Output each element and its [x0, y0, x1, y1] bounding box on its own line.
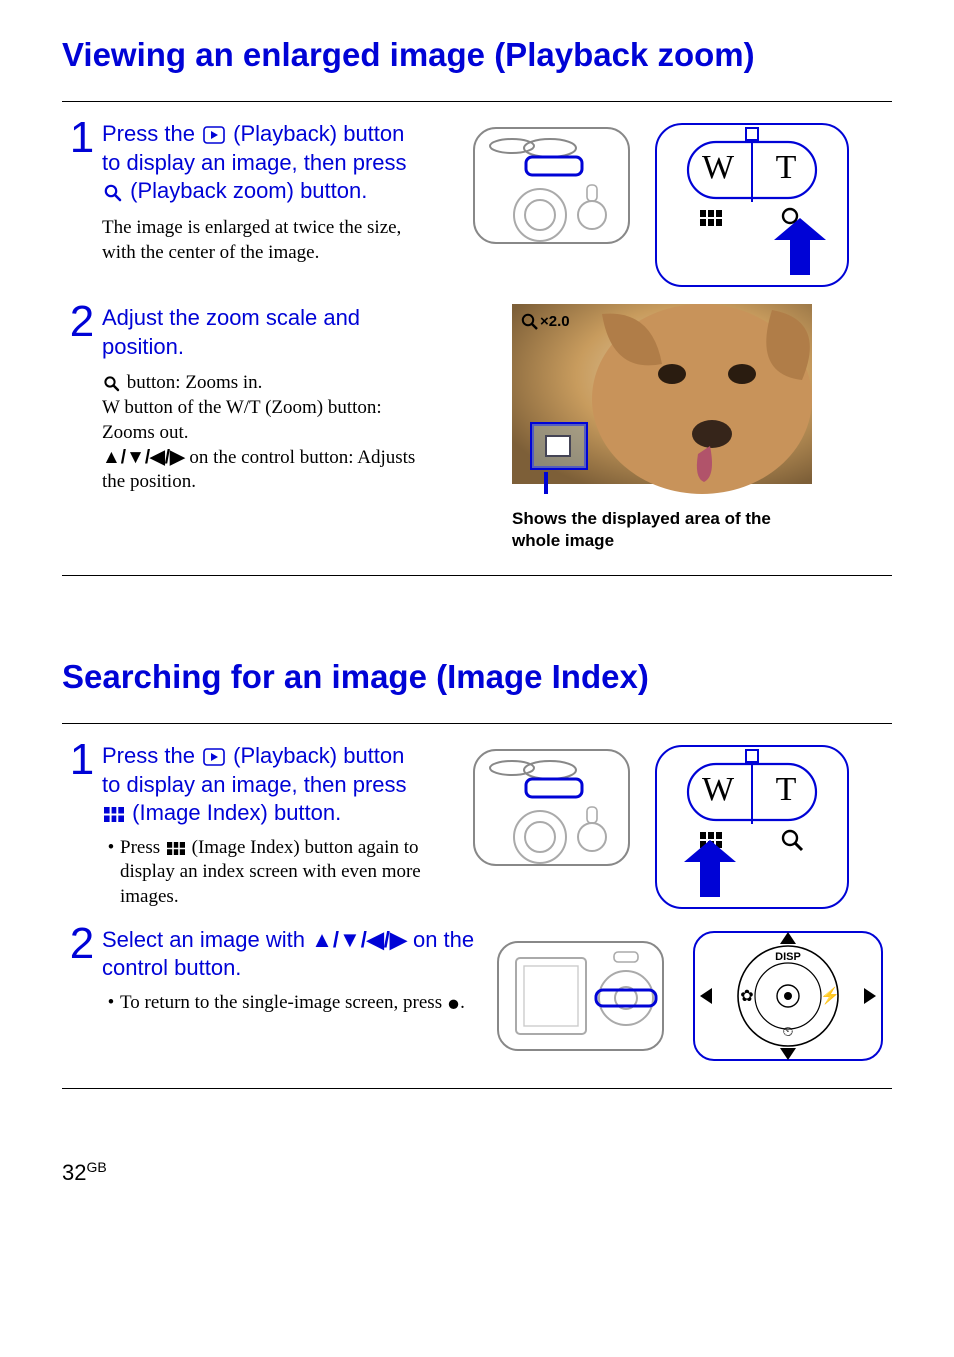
figure-camera-wt: W T — [472, 120, 852, 290]
svg-text:✿: ✿ — [740, 988, 753, 1005]
text: Press the — [102, 743, 201, 768]
s2-step2: 2 Select an image with ▲/▼/◀/▶ on the co… — [62, 926, 492, 1016]
svg-text:W: W — [702, 771, 735, 808]
text: Press the — [102, 121, 201, 146]
svg-text:DISP: DISP — [775, 951, 801, 963]
text: W button of the W/T (Zoom) button: Zooms… — [102, 397, 382, 443]
text: button: Zooms in. — [127, 372, 263, 393]
control-dial-detail: DISP ✿ ⚡ ⏲ — [688, 926, 888, 1066]
s2-step1-number: 1 — [62, 738, 102, 782]
svg-text:×2.0: ×2.0 — [540, 313, 570, 330]
s2-step2-number: 2 — [62, 922, 102, 966]
wt-button-detail: W T — [652, 742, 852, 912]
camera-top-illustration — [472, 120, 632, 250]
text: (Image Index) button again to display an… — [120, 837, 421, 907]
magnify-icon — [104, 376, 120, 392]
step1-detail: The image is enlarged at twice the size,… — [102, 216, 422, 265]
text: Press — [120, 837, 165, 858]
s2-step2-bullet: • To return to the single-image screen, … — [102, 991, 482, 1016]
svg-text:W: W — [702, 149, 735, 186]
svg-text:T: T — [776, 771, 797, 808]
section-playback-zoom: Viewing an enlarged image (Playback zoom… — [62, 34, 892, 576]
section1-title: Viewing an enlarged image (Playback zoom… — [62, 34, 892, 75]
section-divider — [62, 575, 892, 576]
wt-button-detail: W T — [652, 120, 852, 290]
s2-step1-instruction: Press the (Playback) button to display a… — [102, 742, 422, 828]
svg-text:⚡: ⚡ — [820, 986, 840, 1005]
magnify-icon — [104, 184, 122, 202]
step2-instruction: Adjust the zoom scale and position. — [102, 304, 422, 361]
step1: 1 Press the (Playback) button to display… — [62, 120, 432, 265]
svg-text:⏲: ⏲ — [783, 1023, 794, 1039]
step1-number: 1 — [62, 116, 102, 160]
figure-zoomed-photo: ×2.0 — [512, 304, 812, 494]
index-icon — [104, 807, 124, 822]
camera-back-illustration — [496, 936, 666, 1056]
section-divider — [62, 101, 892, 102]
arrow-keys: ▲/▼/◀/▶ — [102, 447, 185, 468]
arrow-keys: ▲/▼/◀/▶ — [311, 927, 407, 952]
text: Select an image with — [102, 927, 311, 952]
page-suffix: GB — [86, 1159, 106, 1175]
step2-number: 2 — [62, 300, 102, 344]
text: (Image Index) button. — [132, 800, 341, 825]
page-footer: 32GB — [62, 1159, 892, 1187]
camera-top-illustration — [472, 742, 632, 872]
text: . — [460, 992, 465, 1013]
step2: 2 Adjust the zoom scale and position. bu… — [62, 304, 432, 495]
playback-icon — [203, 748, 225, 766]
text: To return to the single-image screen, pr… — [120, 992, 447, 1013]
figure-camera-wt-2: W T — [472, 742, 852, 912]
figure-caption: Shows the displayed area of the whole im… — [512, 508, 812, 551]
s2-step2-instruction: Select an image with ▲/▼/◀/▶ on the cont… — [102, 926, 482, 983]
section-divider — [62, 723, 892, 724]
s2-step1-bullet: • Press (Image Index) button again to di… — [102, 836, 422, 910]
index-icon — [167, 842, 185, 855]
section2-title: Searching for an image (Image Index) — [62, 656, 892, 697]
section-image-index: Searching for an image (Image Index) 1 P… — [62, 656, 892, 1089]
svg-text:T: T — [776, 149, 797, 186]
playback-icon — [203, 126, 225, 144]
page-number: 32 — [62, 1160, 86, 1185]
step2-detail: button: Zooms in. W button of the W/T (Z… — [102, 371, 422, 494]
center-button-icon: ● — [447, 991, 460, 1016]
s2-step1: 1 Press the (Playback) button to display… — [62, 742, 432, 910]
section-divider — [62, 1088, 892, 1089]
text: (Playback zoom) button. — [130, 178, 367, 203]
step1-instruction: Press the (Playback) button to display a… — [102, 120, 422, 206]
